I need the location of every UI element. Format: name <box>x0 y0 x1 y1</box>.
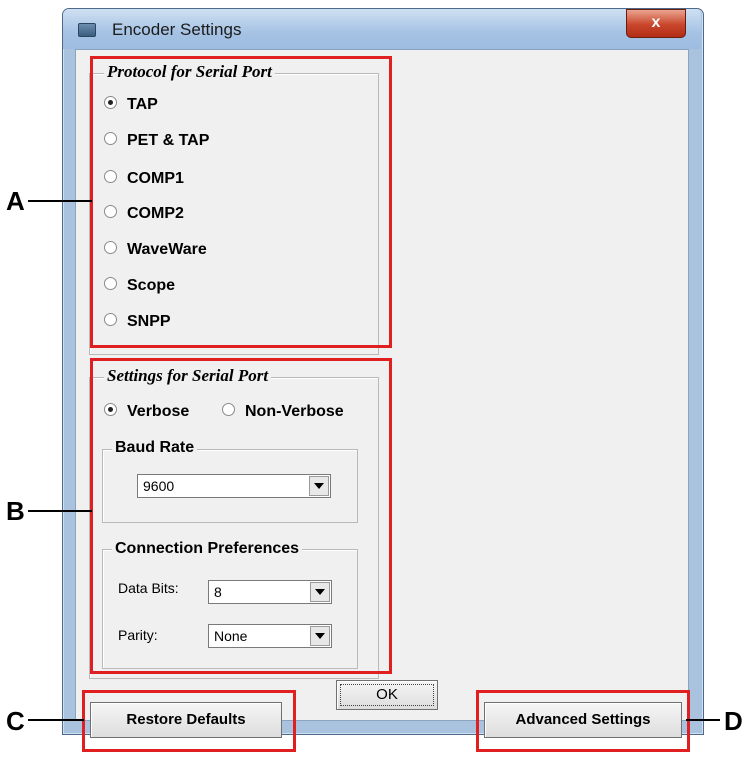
annotation-box-c <box>82 690 296 752</box>
annotation-box-d <box>476 690 690 752</box>
window-title: Encoder Settings <box>112 20 242 39</box>
callout-line-b <box>28 510 92 512</box>
annotation-box-b <box>90 358 392 674</box>
callout-line-a <box>28 200 92 202</box>
close-button[interactable]: x <box>626 9 686 38</box>
ok-focus-rect <box>340 684 434 706</box>
callout-a: A <box>6 186 25 216</box>
callout-line-c <box>28 719 84 721</box>
callout-c: C <box>6 706 25 736</box>
callout-b: B <box>6 496 25 526</box>
callout-line-d <box>686 719 720 721</box>
annotation-box-a <box>90 56 392 348</box>
callout-d: D <box>724 706 743 736</box>
app-icon <box>78 23 96 37</box>
